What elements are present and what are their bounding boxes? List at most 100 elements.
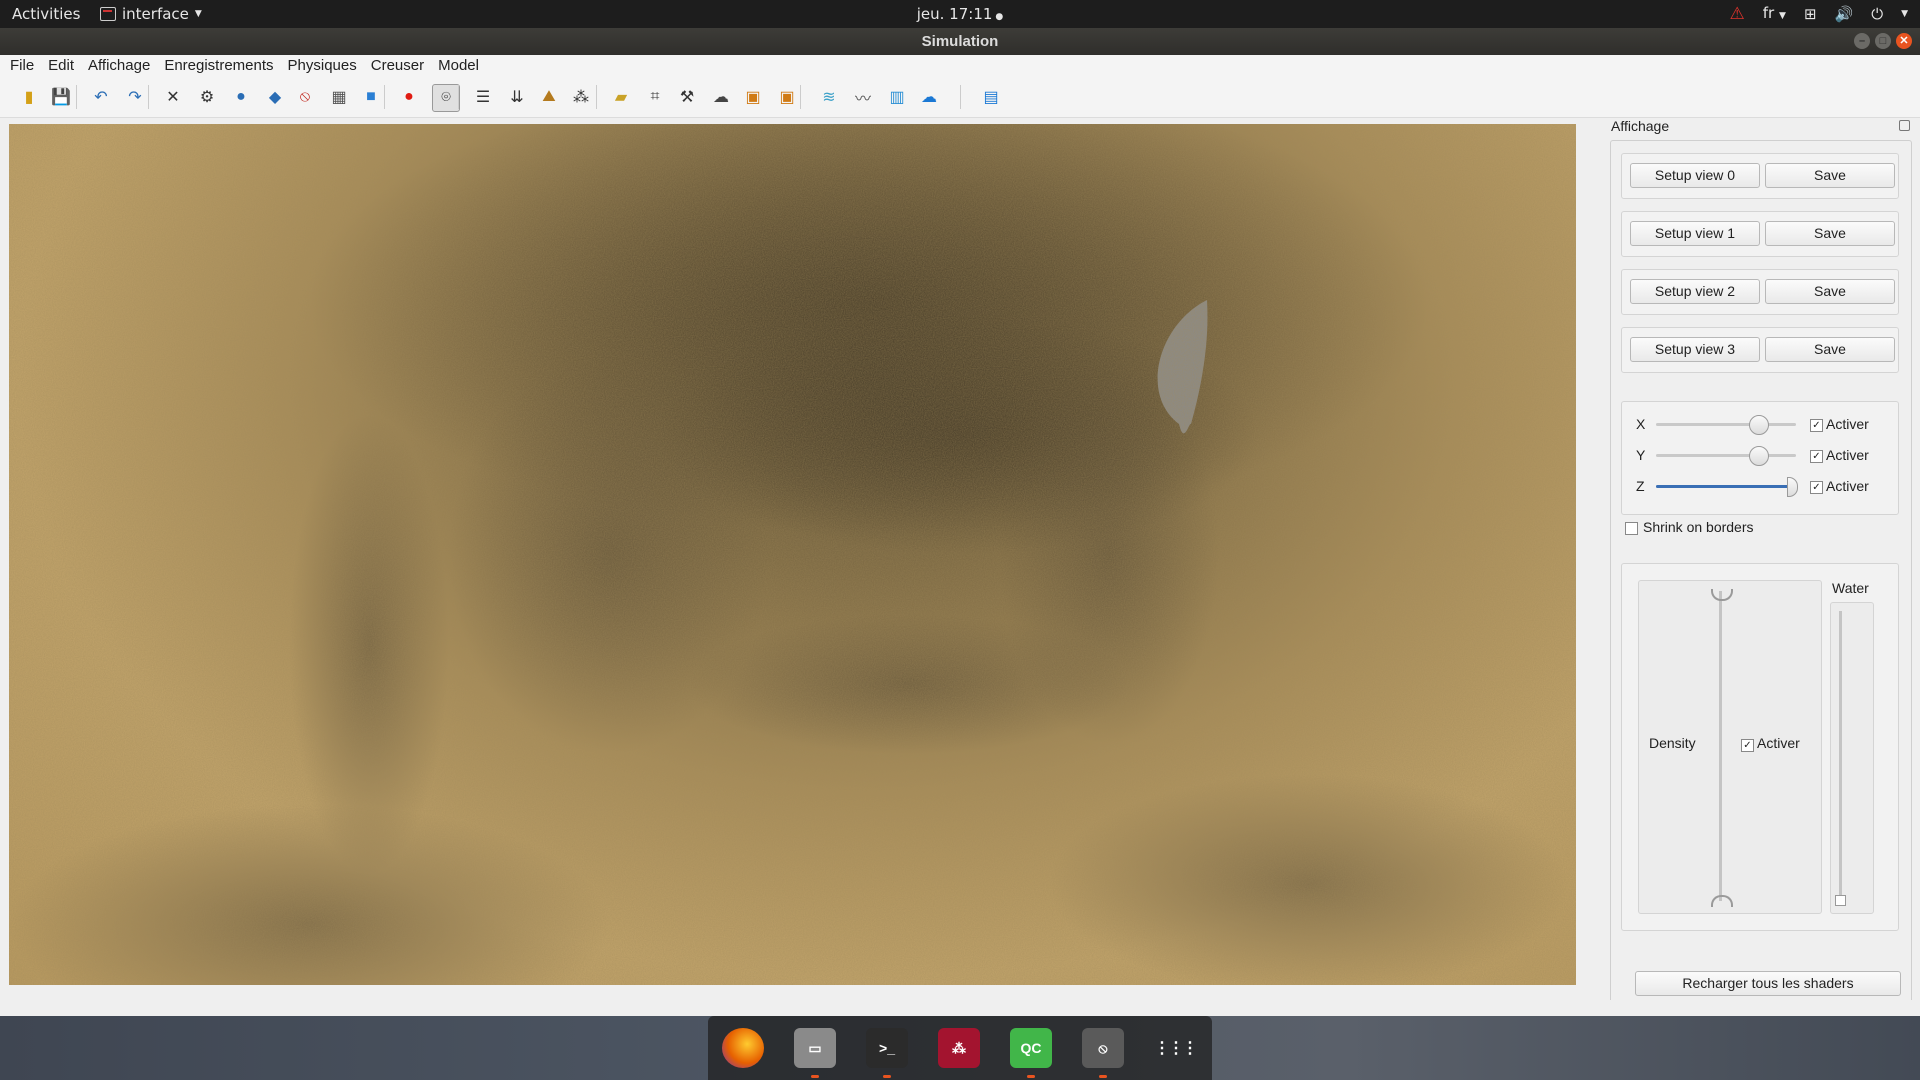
window-title-bar[interactable]: Simulation – □ ✕ [0, 28, 1920, 55]
crop-icon[interactable]: ⌗ [642, 84, 668, 110]
grid-cube-icon[interactable]: ▦ [326, 84, 352, 110]
axis-y-activer-checkbox[interactable]: ✓ [1810, 450, 1823, 463]
running-indicator [883, 1075, 891, 1078]
toolbar-separator [458, 85, 459, 109]
blob-icon[interactable]: ◆ [262, 84, 288, 110]
dock-float-icon[interactable] [1899, 120, 1910, 131]
menu-creuser[interactable]: Creuser [364, 55, 431, 77]
setup-view-3-button[interactable]: Setup view 3 [1630, 337, 1760, 362]
bug-icon[interactable]: ✕ [160, 84, 186, 110]
map-icon[interactable]: ▤ [978, 84, 1004, 110]
slider-track [1656, 423, 1796, 426]
wave-icon[interactable]: 〰 [850, 84, 876, 110]
particles-icon[interactable]: ⁂ [568, 84, 594, 110]
menu-physiques[interactable]: Physiques [281, 55, 364, 77]
save-icon[interactable]: 💾 [48, 84, 74, 110]
mendeley-icon[interactable]: ⁂ [938, 1028, 980, 1068]
save-view-3-button[interactable]: Save [1765, 337, 1895, 362]
axis-x-slider[interactable] [1656, 415, 1796, 435]
axis-x-activer-checkbox[interactable]: ✓ [1810, 419, 1823, 432]
new-file-icon[interactable]: ▮ [16, 84, 42, 110]
save-view-2-button[interactable]: Save [1765, 279, 1895, 304]
toolbar-separator [76, 85, 77, 109]
water-slider-track[interactable] [1839, 611, 1842, 901]
slider-knob[interactable] [1787, 477, 1798, 497]
toolbar-separator [960, 85, 961, 109]
density-activer-checkbox[interactable]: ✓ [1741, 739, 1754, 752]
dock-content: Setup view 0 Save Setup view 1 Save Setu… [1610, 140, 1912, 1012]
terrain-icon[interactable]: ⛰ [536, 84, 562, 110]
save-view-1-button[interactable]: Save [1765, 221, 1895, 246]
menu-edit[interactable]: Edit [41, 55, 81, 77]
axis-y-slider[interactable] [1656, 446, 1796, 466]
power-icon: ⏻ [1871, 5, 1884, 23]
clock[interactable]: jeu. 17:11 [917, 5, 993, 23]
sphere-icon[interactable]: ● [228, 84, 254, 110]
cloud-blue-icon[interactable]: ☁ [916, 84, 942, 110]
sliders-icon[interactable]: ☰ [470, 84, 496, 110]
cloud-dark-icon[interactable]: ☁ [708, 84, 734, 110]
toolbar-separator [148, 85, 149, 109]
language-selector[interactable]: fr ▼ [1763, 0, 1786, 30]
warning-icon[interactable]: ⚠ [1730, 0, 1745, 28]
down-arrows-icon[interactable]: ⇊ [504, 84, 530, 110]
system-tray[interactable]: ⚠ fr ▼ ⊞ 🔊 ⏻ ▼ [1730, 0, 1908, 28]
dock-title: Affichage [1611, 118, 1670, 134]
maximize-icon[interactable]: □ [1875, 33, 1891, 49]
redo-icon[interactable]: ↷ [122, 84, 148, 110]
simulation-viewport[interactable] [9, 124, 1576, 985]
window-status-strip [0, 1000, 1920, 1016]
volume-icon: 🔊 [1834, 5, 1854, 23]
firefox-icon[interactable] [722, 1028, 764, 1068]
box-orange-2-icon[interactable]: ▣ [774, 84, 800, 110]
density-slider-handle-top[interactable] [1711, 589, 1733, 601]
chevron-down-icon: ▼ [1779, 10, 1786, 21]
island-icon[interactable]: ≋ [816, 84, 842, 110]
app-menu[interactable]: interface ▼ [100, 0, 202, 28]
view-row-0: Setup view 0 Save [1621, 153, 1899, 199]
water-box [1830, 602, 1874, 914]
box-orange-icon[interactable]: ▣ [740, 84, 766, 110]
cube-icon[interactable]: ■ [358, 84, 384, 110]
shrink-on-borders-checkbox[interactable] [1625, 522, 1638, 535]
axis-y-label: Y [1636, 447, 1646, 463]
undo-icon[interactable]: ↶ [88, 84, 114, 110]
slider-knob[interactable] [1749, 415, 1769, 435]
show-apps-icon[interactable]: ⋮⋮⋮ [1154, 1028, 1198, 1068]
menu-enregistrements[interactable]: Enregistrements [157, 55, 280, 77]
no-entry-icon[interactable]: ⦸ [292, 84, 318, 110]
simulation-app-icon[interactable]: ⦸ [1082, 1028, 1124, 1068]
save-view-0-button[interactable]: Save [1765, 163, 1895, 188]
density-slider-track[interactable] [1719, 591, 1722, 901]
menu-model[interactable]: Model [431, 55, 486, 77]
menu-affichage[interactable]: Affichage [81, 55, 157, 77]
activities-button[interactable]: Activities [12, 0, 80, 28]
camera-icon[interactable]: ⌾ [432, 84, 460, 112]
qtcreator-icon[interactable]: QC [1010, 1028, 1052, 1068]
slider-knob[interactable] [1749, 446, 1769, 466]
minimize-icon[interactable]: – [1854, 33, 1870, 49]
settings-cog-icon[interactable]: ⚙ [194, 84, 220, 110]
slider-fill [1656, 485, 1796, 488]
axis-y-activer-label: Activer [1826, 447, 1869, 463]
record-icon[interactable]: ● [396, 84, 422, 110]
hammer-icon[interactable]: ⚒ [674, 84, 700, 110]
folder-icon[interactable]: ▰ [608, 84, 634, 110]
close-icon[interactable]: ✕ [1896, 33, 1912, 49]
reload-shaders-button[interactable]: Recharger tous les shaders [1635, 971, 1901, 996]
menu-bar: File Edit Affichage Enregistrements Phys… [0, 55, 1920, 77]
density-water-group: Density ✓ Activer Water [1621, 563, 1899, 931]
setup-view-1-button[interactable]: Setup view 1 [1630, 221, 1760, 246]
file-manager-icon[interactable]: ▭ [794, 1028, 836, 1068]
water-slider-handle[interactable] [1835, 895, 1846, 906]
menu-file[interactable]: File [3, 55, 41, 77]
density-slider-handle-bottom[interactable] [1711, 895, 1733, 907]
axis-z-activer-checkbox[interactable]: ✓ [1810, 481, 1823, 494]
notification-dot-icon: ● [995, 12, 1004, 22]
axis-z-slider[interactable] [1656, 477, 1798, 497]
bars-icon[interactable]: ▥ [884, 84, 910, 110]
toolbar: ▮ 💾 ↶ ↷ ✕ ⚙ ● ◆ ⦸ ▦ ■ ● ⌾ ☰ ⇊ ⛰ ⁂ ▰ ⌗ ⚒ ☁ ▣ ▣ ≋ 〰 ▥ ☁ ▤ [0, 77, 1920, 118]
terminal-icon[interactable]: >_ [866, 1028, 908, 1068]
setup-view-0-button[interactable]: Setup view 0 [1630, 163, 1760, 188]
setup-view-2-button[interactable]: Setup view 2 [1630, 279, 1760, 304]
